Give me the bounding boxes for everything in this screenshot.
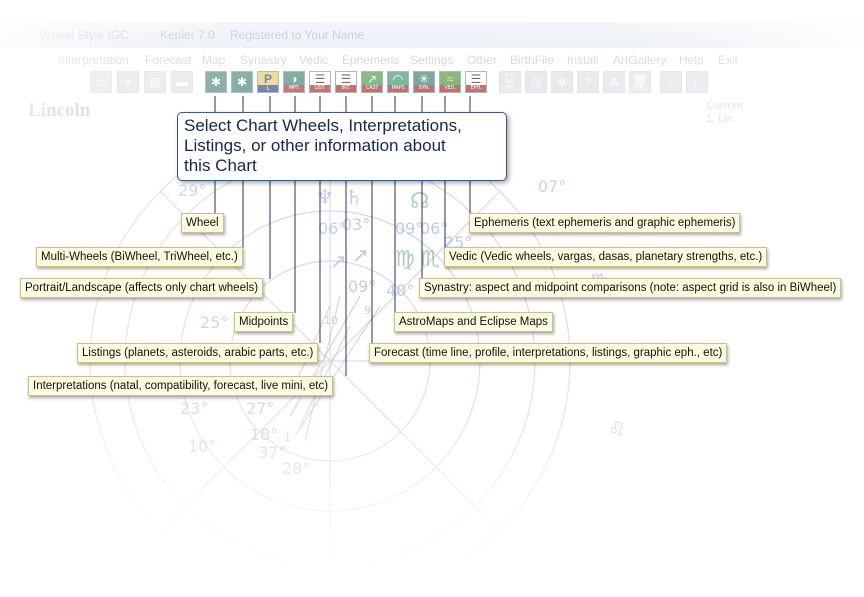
callout-line: Select Chart Wheels, Interpretations, <box>184 116 462 135</box>
main-callout-box: Select Chart Wheels, Interpretations, Li… <box>177 112 507 181</box>
label-synastry: Synastry: aspect and midpoint comparison… <box>419 278 842 298</box>
callout-line: Listings, or other information about <box>184 136 446 155</box>
label-portrait-landscape: Portrait/Landscape (affects only chart w… <box>20 278 264 298</box>
callout-line: this Chart <box>184 156 257 175</box>
callout-leader-lines <box>214 96 471 376</box>
label-forecast: Forecast (time line, profile, interpreta… <box>369 343 728 363</box>
label-vedic: Vedic (Vedic wheels, vargas, dasas, plan… <box>444 247 768 267</box>
label-midpoints: Midpoints <box>234 312 294 332</box>
label-ephemeris: Ephemeris (text ephemeris and graphic ep… <box>469 213 741 233</box>
label-multiwheel: Multi-Wheels (BiWheel, TriWheel, etc.) <box>36 247 243 267</box>
label-listings: Listings (planets, asteroids, arabic par… <box>77 343 319 363</box>
label-interpretations: Interpretations (natal, compatibility, f… <box>28 376 334 396</box>
label-astromaps: AstroMaps and Eclipse Maps <box>394 312 553 332</box>
label-wheel: Wheel <box>181 213 224 233</box>
